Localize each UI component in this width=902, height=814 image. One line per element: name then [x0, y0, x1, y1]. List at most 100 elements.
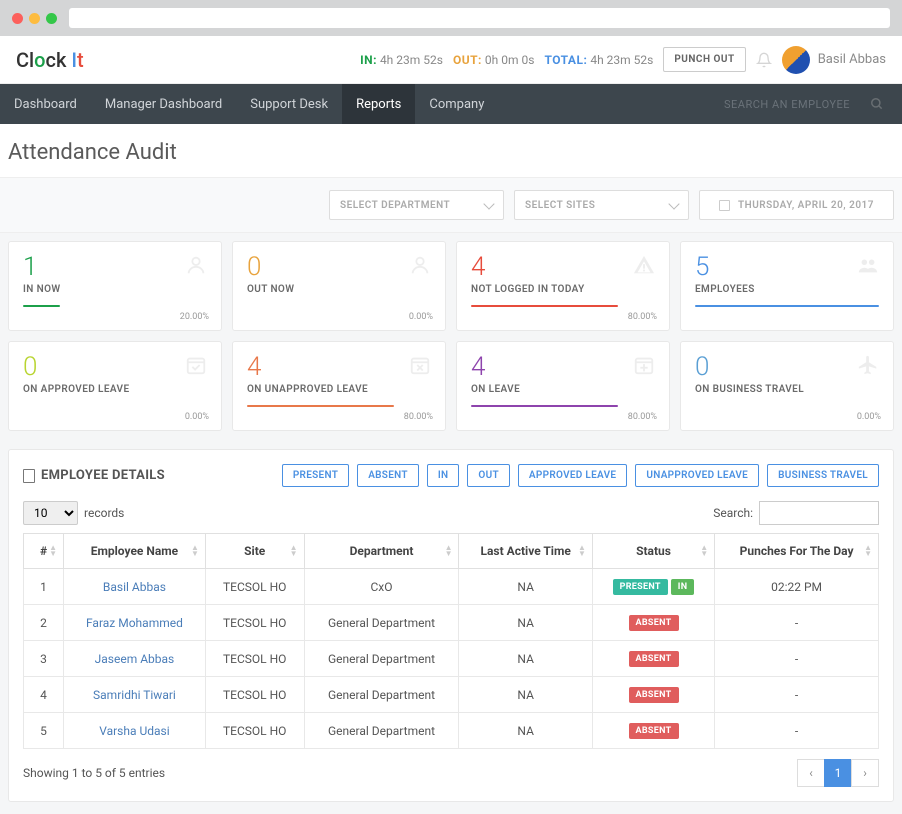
in-label: IN:	[360, 53, 377, 67]
cell-site: TECSOL HO	[205, 641, 304, 677]
search-icon[interactable]	[870, 97, 884, 111]
records-label: records	[84, 506, 124, 520]
card-value: 4	[247, 354, 431, 380]
cell-last: NA	[459, 605, 592, 641]
maximize-window-icon[interactable]	[46, 13, 57, 24]
table-row: 5Varsha UdasiTECSOL HOGeneral Department…	[24, 713, 879, 749]
nav-reports[interactable]: Reports	[342, 84, 415, 124]
filter-unapproved-leave[interactable]: UNAPPROVED LEAVE	[635, 464, 759, 487]
sort-icon: ▲▼	[290, 545, 298, 557]
card-employees[interactable]: 5EMPLOYEES	[680, 241, 894, 331]
card-label: ON APPROVED LEAVE	[23, 384, 207, 395]
card-label: IN NOW	[23, 284, 207, 295]
filter-out[interactable]: OUT	[467, 464, 510, 487]
card-label: EMPLOYEES	[695, 284, 879, 295]
browser-chrome	[0, 0, 902, 36]
document-icon	[23, 469, 35, 483]
records-select[interactable]: 10	[23, 501, 78, 525]
nav-manager-dashboard[interactable]: Manager Dashboard	[91, 84, 236, 124]
close-window-icon[interactable]	[12, 13, 23, 24]
table-row: 1Basil AbbasTECSOL HOCxONAPRESENTIN02:22…	[24, 569, 879, 605]
punch-out-button[interactable]: PUNCH OUT	[663, 47, 745, 72]
cell-dept: CxO	[304, 569, 459, 605]
in-time: 4h 23m 52s	[380, 53, 443, 67]
calendar-icon	[719, 200, 730, 211]
table-search-input[interactable]	[759, 501, 879, 525]
card-label: NOT LOGGED IN TODAY	[471, 284, 655, 295]
nav-dashboard[interactable]: Dashboard	[0, 84, 91, 124]
pager-page-1[interactable]: 1	[824, 759, 852, 787]
nav-support-desk[interactable]: Support Desk	[236, 84, 342, 124]
card-on-unapproved-leave[interactable]: 4ON UNAPPROVED LEAVE80.00%	[232, 341, 446, 431]
pager-prev[interactable]: ‹	[797, 759, 825, 787]
card-on-approved-leave[interactable]: 0ON APPROVED LEAVE0.00%	[8, 341, 222, 431]
cell-site: TECSOL HO	[205, 605, 304, 641]
card-label: ON UNAPPROVED LEAVE	[247, 384, 431, 395]
card-label: OUT NOW	[247, 284, 431, 295]
cell-punches: -	[715, 641, 879, 677]
col-status[interactable]: Status▲▼	[592, 534, 714, 569]
col-site[interactable]: Site▲▼	[205, 534, 304, 569]
cell-last: NA	[459, 677, 592, 713]
cell-num: 1	[24, 569, 64, 605]
nav-company[interactable]: Company	[415, 84, 498, 124]
app-header: Clock It IN: 4h 23m 52s OUT: 0h 0m 0s TO…	[0, 36, 902, 84]
traffic-lights	[12, 13, 57, 24]
filter-approved-leave[interactable]: APPROVED LEAVE	[518, 464, 627, 487]
nav-search	[724, 84, 902, 124]
cal-ok-icon	[185, 354, 207, 376]
col-punches-for-the-day[interactable]: Punches For The Day▲▼	[715, 534, 879, 569]
avatar[interactable]	[782, 46, 810, 74]
status-badge-absent: ABSENT	[629, 615, 679, 631]
employee-search-input[interactable]	[724, 98, 864, 111]
total-time: 4h 23m 52s	[590, 53, 653, 67]
cell-num: 4	[24, 677, 64, 713]
logo[interactable]: Clock It	[16, 48, 84, 72]
employee-link[interactable]: Varsha Udasi	[99, 724, 169, 738]
card-in-now[interactable]: 1IN NOW20.00%	[8, 241, 222, 331]
status-badge-in: IN	[671, 579, 695, 595]
employee-link[interactable]: Samridhi Tiwari	[93, 688, 176, 702]
department-select[interactable]: SELECT DEPARTMENT	[329, 190, 504, 220]
employee-link[interactable]: Jaseem Abbas	[95, 652, 175, 666]
out-label: OUT:	[453, 53, 482, 67]
table-row: 2Faraz MohammedTECSOL HOGeneral Departme…	[24, 605, 879, 641]
col-employee-name[interactable]: Employee Name▲▼	[64, 534, 206, 569]
minimize-window-icon[interactable]	[29, 13, 40, 24]
sort-icon: ▲▼	[191, 545, 199, 557]
filter-absent[interactable]: ABSENT	[357, 464, 419, 487]
search-label: Search:	[713, 506, 753, 520]
warn-icon	[633, 254, 655, 276]
url-bar[interactable]	[69, 8, 890, 28]
cell-name: Varsha Udasi	[64, 713, 206, 749]
card-percent: 20.00%	[180, 312, 209, 322]
cell-name: Basil Abbas	[64, 569, 206, 605]
card-not-logged-in-today[interactable]: 4NOT LOGGED IN TODAY80.00%	[456, 241, 670, 331]
cell-site: TECSOL HO	[205, 569, 304, 605]
card-out-now[interactable]: 0OUT NOW0.00%	[232, 241, 446, 331]
employee-details-section: EMPLOYEE DETAILS PRESENTABSENTINOUTAPPRO…	[8, 449, 894, 802]
card-bar	[695, 305, 879, 307]
cell-dept: General Department	[304, 605, 459, 641]
cell-last: NA	[459, 641, 592, 677]
cell-status: ABSENT	[592, 677, 714, 713]
cal-p-icon	[633, 354, 655, 376]
employee-link[interactable]: Faraz Mohammed	[86, 616, 183, 630]
card-on-leave[interactable]: 4ON LEAVE80.00%	[456, 341, 670, 431]
col-last-active-time[interactable]: Last Active Time▲▼	[459, 534, 592, 569]
bell-icon[interactable]	[756, 52, 772, 68]
card-value: 4	[471, 354, 655, 380]
card-on-business-travel[interactable]: 0ON BUSINESS TRAVEL0.00%	[680, 341, 894, 431]
filter-in[interactable]: IN	[427, 464, 460, 487]
cell-last: NA	[459, 569, 592, 605]
filter-business-travel[interactable]: BUSINESS TRAVEL	[767, 464, 879, 487]
col--[interactable]: #▲▼	[24, 534, 64, 569]
sites-select[interactable]: SELECT SITES	[514, 190, 689, 220]
username[interactable]: Basil Abbas	[818, 52, 886, 67]
cell-site: TECSOL HO	[205, 677, 304, 713]
date-display[interactable]: THURSDAY, APRIL 20, 2017	[699, 190, 894, 220]
filter-present[interactable]: PRESENT	[282, 464, 349, 487]
col-department[interactable]: Department▲▼	[304, 534, 459, 569]
pager-next[interactable]: ›	[851, 759, 879, 787]
employee-link[interactable]: Basil Abbas	[103, 580, 166, 594]
